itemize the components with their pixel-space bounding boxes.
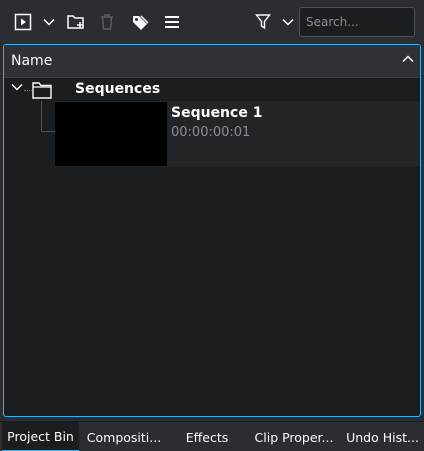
add-clip-icon (14, 13, 32, 31)
tree-row-folder[interactable] (4, 79, 420, 101)
tab-project-bin[interactable]: Project Bin (2, 422, 79, 451)
filter-dropdown[interactable] (279, 8, 297, 36)
chevron-down-icon (282, 18, 294, 26)
chevron-down-icon (43, 18, 55, 26)
clip-thumbnail (55, 102, 167, 166)
tab-effects[interactable]: Effects (171, 422, 243, 451)
project-bin-tree[interactable]: Name Sequences Sequence 1 00:00:00:01 (3, 44, 421, 417)
filter-icon (255, 14, 271, 30)
expand-chevron-icon[interactable] (11, 83, 23, 91)
column-header-name[interactable]: Name (4, 45, 420, 78)
delete-icon (101, 14, 113, 30)
clip-duration: 00:00:00:01 (171, 125, 251, 140)
menu-button[interactable] (161, 8, 183, 36)
folder-label: Sequences (75, 81, 161, 97)
add-clip-dropdown[interactable] (40, 8, 58, 36)
tab-clip-properties[interactable]: Clip Proper... (247, 422, 341, 451)
dock-tab-bar: Project Bin Compositi... Effects Clip Pr… (0, 421, 424, 451)
clip-name: Sequence 1 (171, 105, 263, 121)
tag-button[interactable] (128, 8, 152, 36)
toolbar (0, 0, 424, 44)
tab-undo-history[interactable]: Undo Hist... (343, 422, 422, 451)
tab-label: Compositi... (86, 429, 162, 445)
column-header-label: Name (11, 53, 53, 69)
sort-ascending-icon (402, 55, 414, 63)
tab-label: Effects (185, 429, 229, 445)
tree-branch-line (41, 131, 55, 132)
menu-icon (165, 16, 179, 28)
tree-branch-line (41, 101, 42, 131)
folder-icon (32, 82, 52, 99)
add-clip-button[interactable] (10, 8, 36, 36)
tree-row-clip[interactable]: Sequence 1 00:00:00:01 (55, 101, 420, 167)
add-folder-button[interactable] (64, 8, 88, 36)
tab-compositions[interactable]: Compositi... (81, 422, 167, 451)
filter-button[interactable] (252, 8, 274, 36)
search-input[interactable] (299, 7, 415, 37)
tab-label: Clip Proper... (254, 429, 334, 445)
tab-label: Project Bin (7, 428, 74, 444)
tab-label: Undo Hist... (346, 429, 419, 445)
tag-icon (133, 15, 149, 30)
delete-button[interactable] (96, 8, 118, 36)
add-folder-icon (67, 15, 84, 29)
